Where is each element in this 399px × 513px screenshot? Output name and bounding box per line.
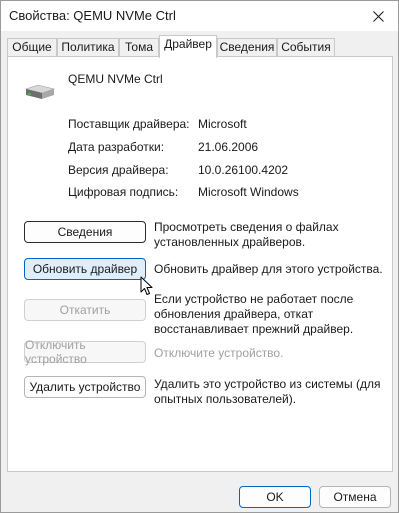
provider-label: Поставщик драйвера: — [68, 117, 190, 131]
tab-driver[interactable]: Драйвер — [159, 35, 217, 58]
tab-volumes[interactable]: Тома — [119, 38, 159, 57]
tab-policy[interactable]: Политика — [57, 38, 119, 57]
mouse-pointer-icon — [140, 276, 153, 295]
properties-dialog: Свойства: QEMU NVMe Ctrl Общие Политика … — [0, 0, 399, 513]
roll-back-description: Если устройство не работает после обновл… — [154, 292, 354, 336]
driver-details-button[interactable]: Сведения — [24, 221, 146, 243]
date-label: Дата разработки: — [68, 140, 165, 154]
tab-general[interactable]: Общие — [7, 38, 57, 57]
close-icon — [372, 10, 384, 22]
uninstall-device-button[interactable]: Удалить устройство — [24, 376, 146, 398]
tab-events[interactable]: События — [277, 38, 335, 57]
driver-details-description: Просмотреть сведения о файлах установлен… — [154, 220, 339, 249]
provider-value: Microsoft — [198, 117, 247, 131]
disable-device-button[interactable]: Отключить устройство — [24, 338, 146, 366]
update-driver-description: Обновить драйвер для этого устройства. — [154, 262, 383, 276]
signature-value: Microsoft Windows — [198, 185, 299, 199]
disk-drive-icon — [24, 84, 56, 99]
version-value: 10.0.26100.4202 — [198, 163, 289, 177]
cancel-button[interactable]: Отмена — [319, 486, 391, 508]
tab-strip: Общие Политика Тома Драйвер Сведения Соб… — [7, 35, 393, 58]
uninstall-device-description: Удалить это устройство из системы (для о… — [154, 377, 381, 406]
driver-tab-panel: QEMU NVMe Ctrl Поставщик драйвера: Micro… — [7, 56, 393, 472]
signature-label: Цифровая подпись: — [68, 185, 179, 199]
date-value: 21.06.2006 — [198, 140, 259, 154]
device-name: QEMU NVMe Ctrl — [68, 72, 163, 86]
update-driver-button[interactable]: Обновить драйвер — [24, 258, 146, 280]
ok-button[interactable]: OK — [239, 486, 311, 508]
disable-device-description: Отключите устройство. — [154, 346, 284, 360]
version-label: Версия драйвера: — [68, 163, 169, 177]
tab-details[interactable]: Сведения — [217, 38, 277, 57]
title-bar: Свойства: QEMU NVMe Ctrl — [1, 1, 398, 31]
window-title: Свойства: QEMU NVMe Ctrl — [9, 8, 176, 23]
roll-back-button[interactable]: Откатить — [24, 299, 146, 321]
close-button[interactable] — [358, 1, 398, 31]
